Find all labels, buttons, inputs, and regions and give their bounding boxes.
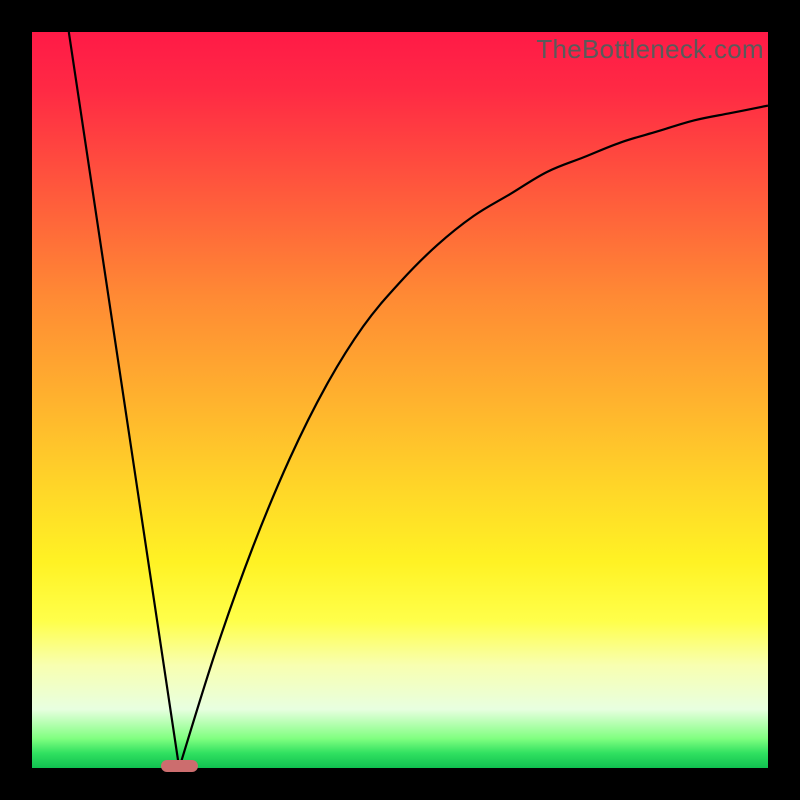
plot-gradient-area [32, 32, 768, 768]
watermark-text: TheBottleneck.com [536, 34, 764, 65]
optimal-marker [161, 760, 198, 771]
